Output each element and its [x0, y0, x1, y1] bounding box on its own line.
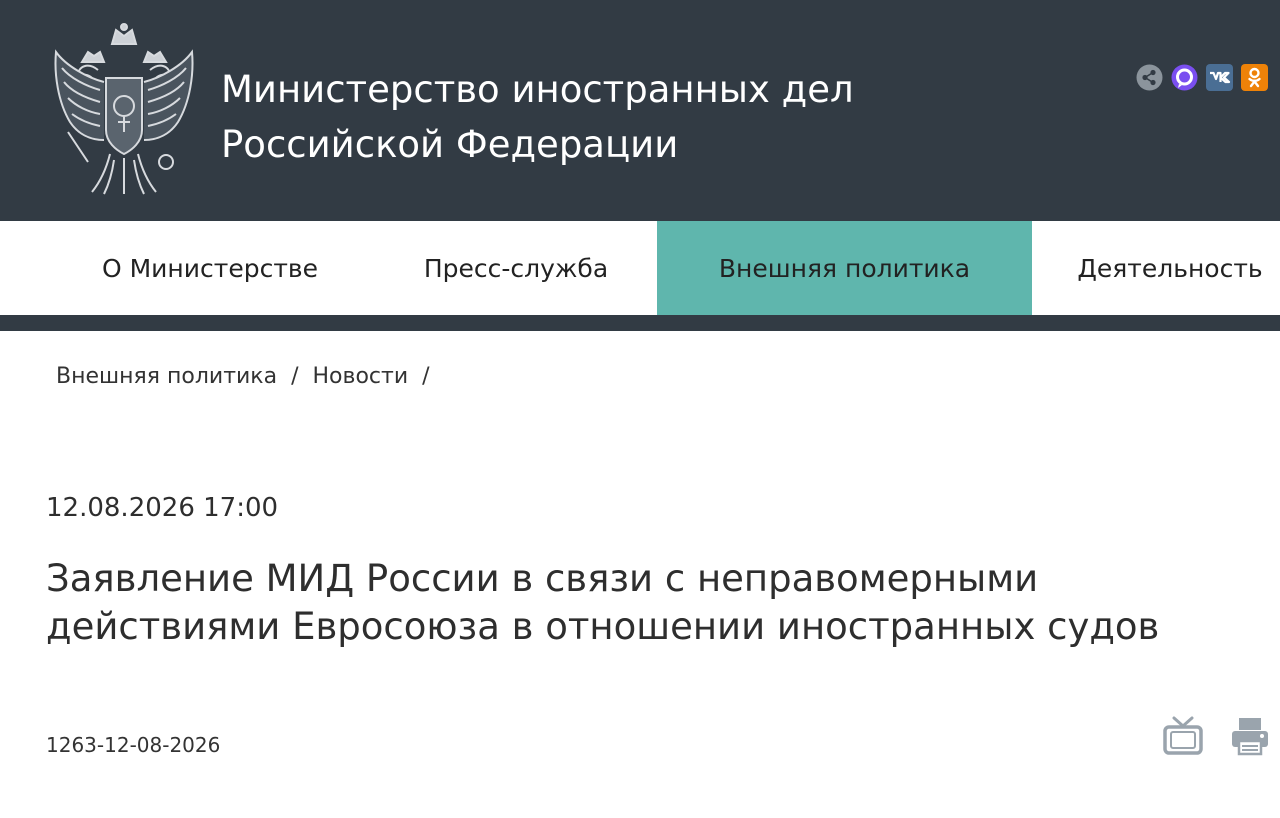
breadcrumb-foreign-policy[interactable]: Внешняя политика — [56, 364, 277, 389]
breadcrumb-separator: / — [291, 364, 299, 389]
article-title: Заявление МИД России в связи с неправоме… — [46, 555, 1246, 651]
article-title-line1: Заявление МИД России в связи с неправоме… — [46, 557, 1039, 600]
site-header: Министерство иностранных дел Российской … — [0, 0, 1280, 221]
share-icon — [1136, 64, 1163, 91]
nav-item-press[interactable]: Пресс-служба — [366, 221, 666, 315]
ok-button[interactable] — [1241, 64, 1268, 91]
share-button[interactable] — [1136, 64, 1163, 91]
site-title-line1: Министерство иностранных дел — [221, 68, 854, 111]
vk-icon — [1210, 71, 1231, 84]
breadcrumb-separator: / — [422, 364, 430, 389]
social-links — [1136, 64, 1268, 91]
speech-bubble-icon — [1171, 64, 1198, 91]
main-nav: О Министерстве Пресс-служба Внешняя поли… — [0, 221, 1280, 315]
vk-button[interactable] — [1206, 64, 1233, 91]
breadcrumb-news[interactable]: Новости — [313, 364, 409, 389]
document-number: 1263-12-08-2026 — [46, 733, 221, 757]
breadcrumb: Внешняя политика / Новости / — [56, 364, 430, 389]
printer-icon[interactable] — [1230, 715, 1270, 757]
nav-divider — [0, 315, 1280, 331]
nav-item-foreign-policy[interactable]: Внешняя политика — [657, 221, 1032, 315]
site-title-line2: Российской Федерации — [221, 123, 679, 166]
odnoklassniki-icon — [1248, 67, 1261, 88]
article-title-line2: действиями Евросоюза в отношении иностра… — [46, 605, 1160, 648]
tv-icon[interactable] — [1162, 715, 1204, 757]
nav-item-activity[interactable]: Деятельность — [1060, 221, 1280, 315]
article-tools — [1162, 715, 1270, 757]
coat-of-arms-icon[interactable] — [48, 22, 200, 198]
channel-button[interactable] — [1171, 64, 1198, 91]
site-title[interactable]: Министерство иностранных дел Российской … — [221, 62, 941, 172]
article-date: 12.08.2026 17:00 — [46, 493, 279, 523]
nav-item-about[interactable]: О Министерстве — [60, 221, 360, 315]
